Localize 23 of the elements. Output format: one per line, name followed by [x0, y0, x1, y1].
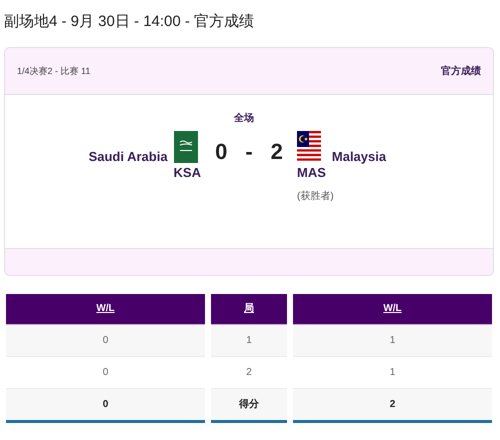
status-label: 官方成绩 [441, 64, 481, 78]
period-label: 全场 [233, 112, 255, 125]
score: 0 [215, 139, 228, 165]
round-label: 1/4决赛2 - 比赛 11 [17, 64, 90, 78]
team-code: KSA [174, 165, 201, 180]
table-cell: 0 [6, 325, 205, 357]
winner-label: (获胜者) [297, 191, 334, 202]
column-header: 局 [211, 294, 287, 325]
table-cell: 1 [293, 325, 492, 357]
table-cell: 得分 [211, 389, 287, 423]
team-name: Saudi Arabia [88, 149, 168, 164]
team-code: MAS [297, 165, 326, 180]
table-cell: 2 [293, 389, 492, 423]
column-header: W/L [293, 294, 492, 325]
team-name: Malaysia [332, 149, 386, 164]
flag-icon [297, 131, 321, 163]
flag-icon [174, 131, 198, 163]
table-cell: 1 [211, 325, 287, 357]
score: 2 [270, 139, 283, 165]
score-separator: - [245, 139, 253, 165]
table-cell: 0 [6, 389, 205, 423]
column-header: W/L [6, 294, 205, 325]
page-title: 副场地4 - 9月 30日 - 14:00 - 官方成绩 [3, 12, 256, 32]
